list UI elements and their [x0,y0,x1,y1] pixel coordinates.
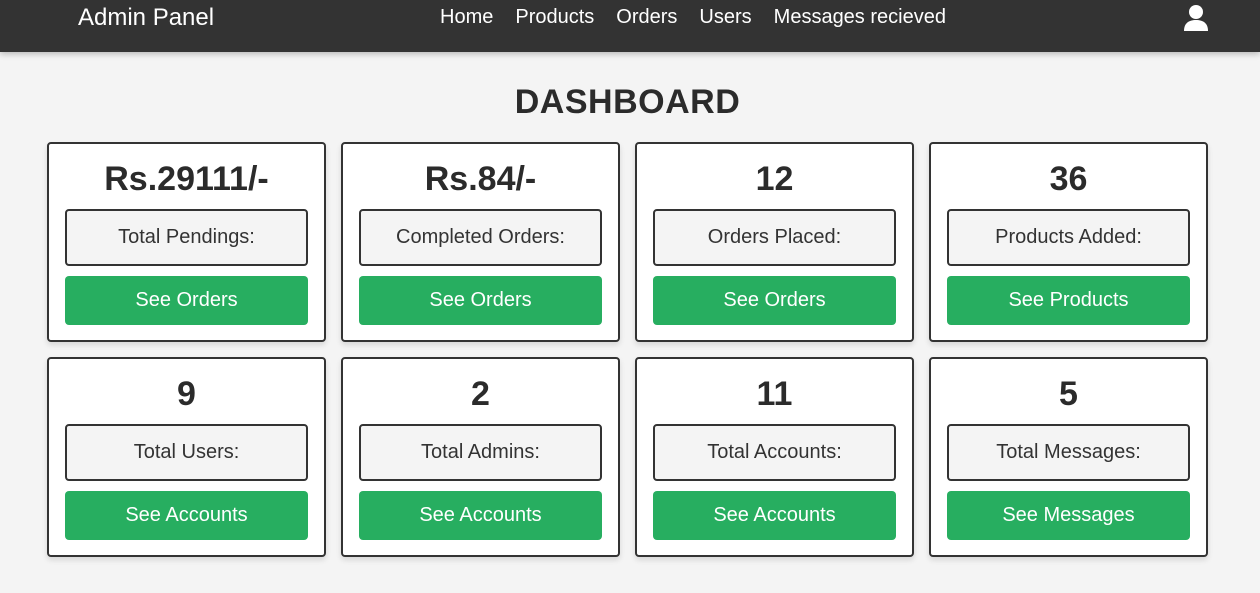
card-value: Rs.84/- [424,160,537,198]
see-accounts-button[interactable]: See Accounts [653,491,896,540]
card-total-pendings: Rs.29111/- Total Pendings: See Orders [47,142,326,342]
see-messages-button[interactable]: See Messages [947,491,1190,540]
card-label: Total Accounts: [653,424,896,481]
card-total-admins: 2 Total Admins: See Accounts [341,357,620,557]
brand-link[interactable]: Admin Panel [78,3,214,33]
main-nav: Home Products Orders Users Messages reci… [440,3,968,31]
see-orders-button[interactable]: See Orders [65,276,308,325]
user-icon[interactable] [1183,4,1209,32]
card-completed-orders: Rs.84/- Completed Orders: See Orders [341,142,620,342]
card-label: Orders Placed: [653,209,896,266]
dashboard-cards: Rs.29111/- Total Pendings: See Orders Rs… [47,142,1208,557]
nav-home[interactable]: Home [440,3,493,31]
see-accounts-button[interactable]: See Accounts [65,491,308,540]
nav-users[interactable]: Users [699,3,751,31]
nav-orders[interactable]: Orders [616,3,677,31]
card-total-users: 9 Total Users: See Accounts [47,357,326,557]
see-orders-button[interactable]: See Orders [359,276,602,325]
card-label: Total Messages: [947,424,1190,481]
card-label: Total Pendings: [65,209,308,266]
top-navbar: Admin Panel Home Products Orders Users M… [0,0,1260,52]
see-orders-button[interactable]: See Orders [653,276,896,325]
card-products-added: 36 Products Added: See Products [929,142,1208,342]
see-products-button[interactable]: See Products [947,276,1190,325]
card-value: 5 [1059,375,1078,413]
nav-messages[interactable]: Messages recieved [774,3,946,31]
page-title: DASHBOARD [514,83,741,121]
card-label: Total Admins: [359,424,602,481]
card-label: Total Users: [65,424,308,481]
card-value: 12 [755,160,794,198]
card-value: 36 [1049,160,1088,198]
card-value: Rs.29111/- [104,160,269,198]
nav-products[interactable]: Products [515,3,594,31]
card-value: 11 [756,375,793,413]
see-accounts-button[interactable]: See Accounts [359,491,602,540]
card-total-messages: 5 Total Messages: See Messages [929,357,1208,557]
card-value: 2 [471,375,490,413]
card-orders-placed: 12 Orders Placed: See Orders [635,142,914,342]
card-value: 9 [177,375,196,413]
card-label: Completed Orders: [359,209,602,266]
card-label: Products Added: [947,209,1190,266]
card-total-accounts: 11 Total Accounts: See Accounts [635,357,914,557]
